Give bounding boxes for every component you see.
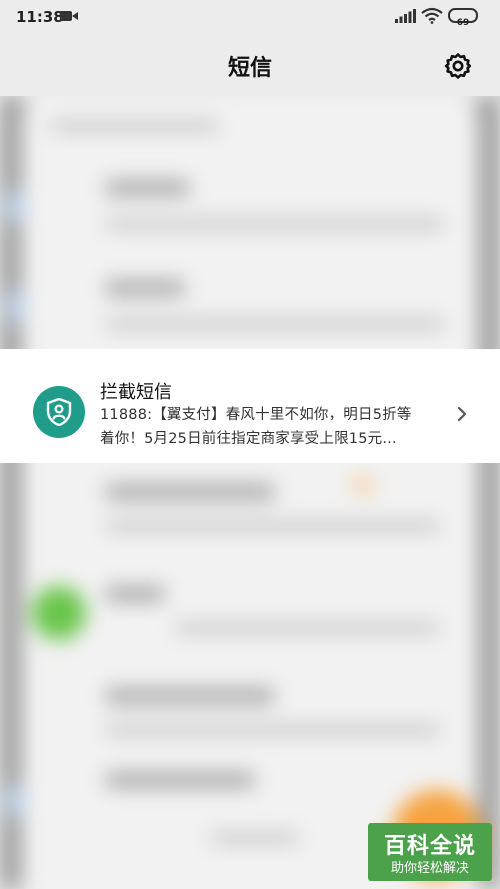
blurred-line bbox=[50, 120, 220, 132]
blocked-sms-title: 拦截短信 bbox=[100, 382, 172, 403]
blurred-line bbox=[210, 832, 300, 844]
shield-user-icon bbox=[33, 386, 85, 438]
watermark-subtitle: 助你轻松解决 bbox=[390, 861, 469, 876]
right-shade bbox=[476, 96, 500, 889]
status-bar: 11:38 69 bbox=[0, 0, 500, 34]
blurred-line bbox=[105, 180, 190, 196]
app-header: 短信 bbox=[0, 34, 500, 96]
blurred-line bbox=[105, 688, 275, 704]
blurred-accent bbox=[6, 786, 24, 816]
battery-level: 69 bbox=[456, 18, 470, 28]
blurred-line bbox=[175, 622, 440, 634]
blurred-content bbox=[0, 96, 500, 889]
video-camera-icon bbox=[60, 11, 78, 21]
blocked-sms-preview: 11888:【翼支付】春风十里不如你，明日5折等 着你！5月25日前往指定商家享… bbox=[100, 403, 448, 451]
blurred-line bbox=[105, 218, 445, 230]
blurred-dot bbox=[354, 476, 372, 494]
blurred-avatar bbox=[32, 586, 86, 640]
signal-icon bbox=[395, 9, 416, 23]
preview-line-1: 11888:【翼支付】春风十里不如你，明日5折等 bbox=[100, 407, 412, 423]
battery-icon: 69 bbox=[448, 8, 478, 28]
gear-icon[interactable] bbox=[443, 51, 473, 81]
wifi-icon bbox=[421, 7, 443, 24]
blurred-accent bbox=[6, 292, 24, 322]
page-title: 短信 bbox=[227, 56, 272, 81]
blurred-line bbox=[105, 772, 255, 788]
blurred-line bbox=[105, 586, 165, 602]
chevron-right-icon bbox=[457, 406, 467, 422]
blurred-accent bbox=[6, 192, 24, 222]
status-time: 11:38 bbox=[16, 8, 64, 26]
blocked-sms-item[interactable]: 拦截短信 11888:【翼支付】春风十里不如你，明日5折等 着你！5月25日前往… bbox=[0, 349, 500, 463]
blurred-line bbox=[105, 280, 185, 296]
preview-line-2: 着你！5月25日前往指定商家享受上限15元... bbox=[100, 431, 397, 447]
blurred-line bbox=[105, 520, 440, 532]
blurred-line bbox=[105, 484, 275, 500]
blurred-line bbox=[105, 318, 445, 330]
blurred-line bbox=[105, 724, 440, 736]
watermark-logo: 百科全说 助你轻松解决 bbox=[368, 823, 492, 881]
watermark-title: 百科全说 bbox=[383, 834, 476, 859]
blurred-message-list bbox=[0, 96, 500, 889]
